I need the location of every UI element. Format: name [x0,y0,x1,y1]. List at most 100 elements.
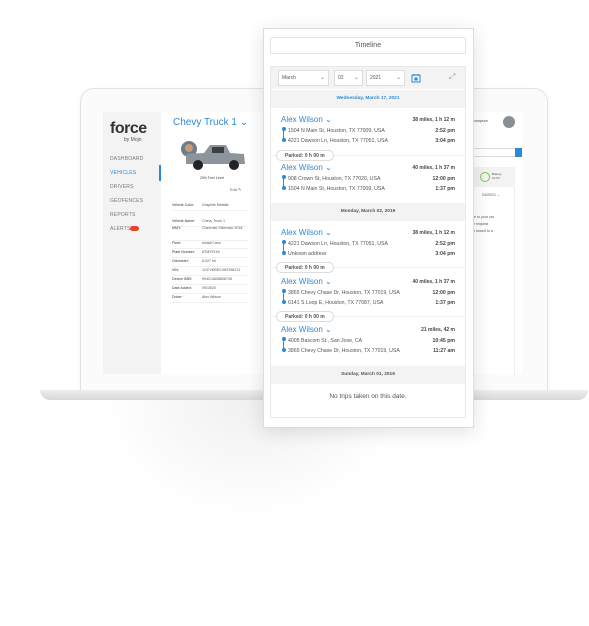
logo-sub: by Mojo [124,137,142,143]
driver-link[interactable]: Alex Wilson ⌄ [281,277,332,286]
detail-row: Plate Number: 8TMY5749 [172,250,248,258]
sidebar-item-drivers[interactable]: DRIVERS [110,184,134,190]
chevron-down-icon: ⌄ [325,115,332,124]
driver-name: Alex Wilson [281,115,323,124]
end-address: 6141 S Loop E, Houston, TX 77087, USA [288,300,384,306]
detail-key: Fleet: [172,241,181,245]
detail-row: Odometer: 8,027 mi [172,259,248,267]
detail-key: Date Added: [172,286,192,290]
expand-icon[interactable]: ⤢ [449,72,455,82]
detail-key: Plate Number: [172,250,195,254]
parked-badge: Parked: 0 h 00 m [276,311,334,322]
driver-link[interactable]: Alex Wilson ⌄ [281,325,332,334]
detail-row: Date Added: 09/15/20 [172,286,248,294]
detail-value: 8TMY5749 [202,250,220,254]
driver-link[interactable]: Alex Wilson ⌄ [281,115,332,124]
end-dot-icon [281,186,286,190]
sidebar-item-geofences[interactable]: GEOFENCES [110,198,143,204]
end-time: 1:37 pm [435,186,455,192]
detail-value: Chevy Truck 1 [202,219,225,223]
trip-summary: 40 miles, 1 h 37 m [412,165,455,171]
month-value: March [282,75,296,81]
start-address: 4221 Dawson Ln, Houston, TX 77051, USA [288,241,388,247]
calendar-icon[interactable] [411,73,421,83]
end-time: 3:04 pm [435,138,455,144]
message-text: r request [474,222,489,226]
detail-value: Chevrolet Silverado 2018 [202,226,243,230]
chevron-down-icon: ⌄ [325,228,332,237]
sidebar-item-alerts[interactable]: ALERTS [110,226,131,232]
sidebar-item-dashboard[interactable]: DASHBOARD [110,156,143,162]
sidebar [103,112,161,374]
detail-key: Vehicle Name: [172,219,196,223]
detail-row: Device IMEI: 994214608806745 [172,277,248,285]
trip-item[interactable]: Alex Wilson ⌄ 38 miles, 1 h 12 m 1504 N … [271,115,465,147]
detail-key: Device IMEI: [172,277,193,281]
detail-row: Fleet: Install Crew [172,241,248,249]
sidebar-item-reports[interactable]: REPORTS [110,212,135,218]
date-header: Wednesday, March 17, 2021 [271,90,465,108]
truck-image [181,141,245,170]
chevron-down-icon: ⌄ [319,75,325,81]
edit-button[interactable]: Edit ✎ [230,187,241,192]
chevron-down-icon: ⌄ [353,75,359,81]
parked-badge: Parked: 0 h 00 m [276,150,334,161]
date-header: Sunday, March 01, 2019 [271,366,465,384]
start-dot-icon [281,240,286,244]
avatar[interactable] [503,116,515,128]
date-value: 04/20/21 [482,193,496,197]
detail-key: Odometer: [172,259,189,263]
end-time: 1:37 pm [435,300,455,306]
chevron-down-icon: ⌄ [239,117,249,128]
start-dot-icon [281,337,286,341]
trip-item[interactable]: Alex Wilson ⌄ 21 miles, 42 m 4005 Bascom… [271,325,465,357]
date-header: Monday, March 02, 2019 [271,203,465,221]
detail-row: VIN: 1GCVKREC4HZ356721 [172,268,248,276]
detail-key: VIN: [172,268,179,272]
chevron-down-icon: ⌄ [325,325,332,334]
year-value: 2021 [370,75,382,81]
end-address: 4221 Dawson Ln, Houston, TX 77051, USA [288,138,388,144]
chevron-down-icon: ⌄ [325,163,332,172]
end-address: 1504 N Main St, Houston, TX 77009, USA [288,186,385,192]
vehicle-selector[interactable]: Chevy Truck 1 ⌄ [173,117,248,128]
end-dot-icon [281,300,286,304]
vehicle-title: Chevy Truck 1 [173,117,237,128]
detail-key: MMY: [172,226,182,230]
battery-icon [480,172,490,182]
search-button[interactable] [515,148,522,157]
trip-summary: 38 miles, 1 h 12 m [412,230,455,236]
year-select[interactable]: 2021 ⌄ [366,70,405,86]
start-time: 12:00 pm [432,290,456,296]
trip-item[interactable]: Alex Wilson ⌄ 38 miles, 1 h 12 m 4221 Da… [271,228,465,260]
sidebar-item-vehicles[interactable]: VEHICLES [110,170,136,176]
no-trips-message: No trips taken on this date. [329,393,407,400]
day-value: 02 [338,75,344,81]
driver-name: Alex Wilson [281,228,323,237]
end-time: 3:04 pm [435,251,455,257]
trip-item[interactable]: Alex Wilson ⌄ 40 miles, 1 h 37 m 908 Cro… [271,163,465,195]
detail-row: MMY: Chevrolet Silverado 2018 [172,226,248,241]
start-time: 2:52 pm [435,128,455,134]
timeline-title: Timeline [270,37,466,54]
end-address: 3865 Chevy Chase Dr, Houston, TX 77019, … [288,348,400,354]
driver-link[interactable]: Alex Wilson ⌄ [281,228,332,237]
chevron-down-icon: ⌄ [325,277,332,286]
day-select[interactable]: 02 ⌄ [334,70,363,86]
date-selector[interactable]: 04/20/21 ⌄ [482,193,500,197]
active-indicator [159,165,161,181]
start-time: 10:45 pm [432,338,456,344]
detail-key: Vehicle Color: [172,203,195,207]
month-select[interactable]: March ⌄ [278,70,329,86]
pencil-icon: ✎ [238,187,242,192]
detail-value: 1GCVKREC4HZ356721 [202,268,241,272]
driver-link[interactable]: Alex Wilson ⌄ [281,163,332,172]
detail-value: 994214608806745 [202,277,232,281]
trip-item[interactable]: Alex Wilson ⌄ 40 miles, 1 h 37 m 3865 Ch… [271,277,465,309]
detail-value: Alex Wilson [202,295,221,299]
message-text: e to your car [474,215,494,219]
start-dot-icon [281,175,286,179]
logo: force [110,120,147,137]
detail-value: Graphite Metallic [202,203,229,207]
fuel-level: 25% Fuel Level [200,176,225,180]
